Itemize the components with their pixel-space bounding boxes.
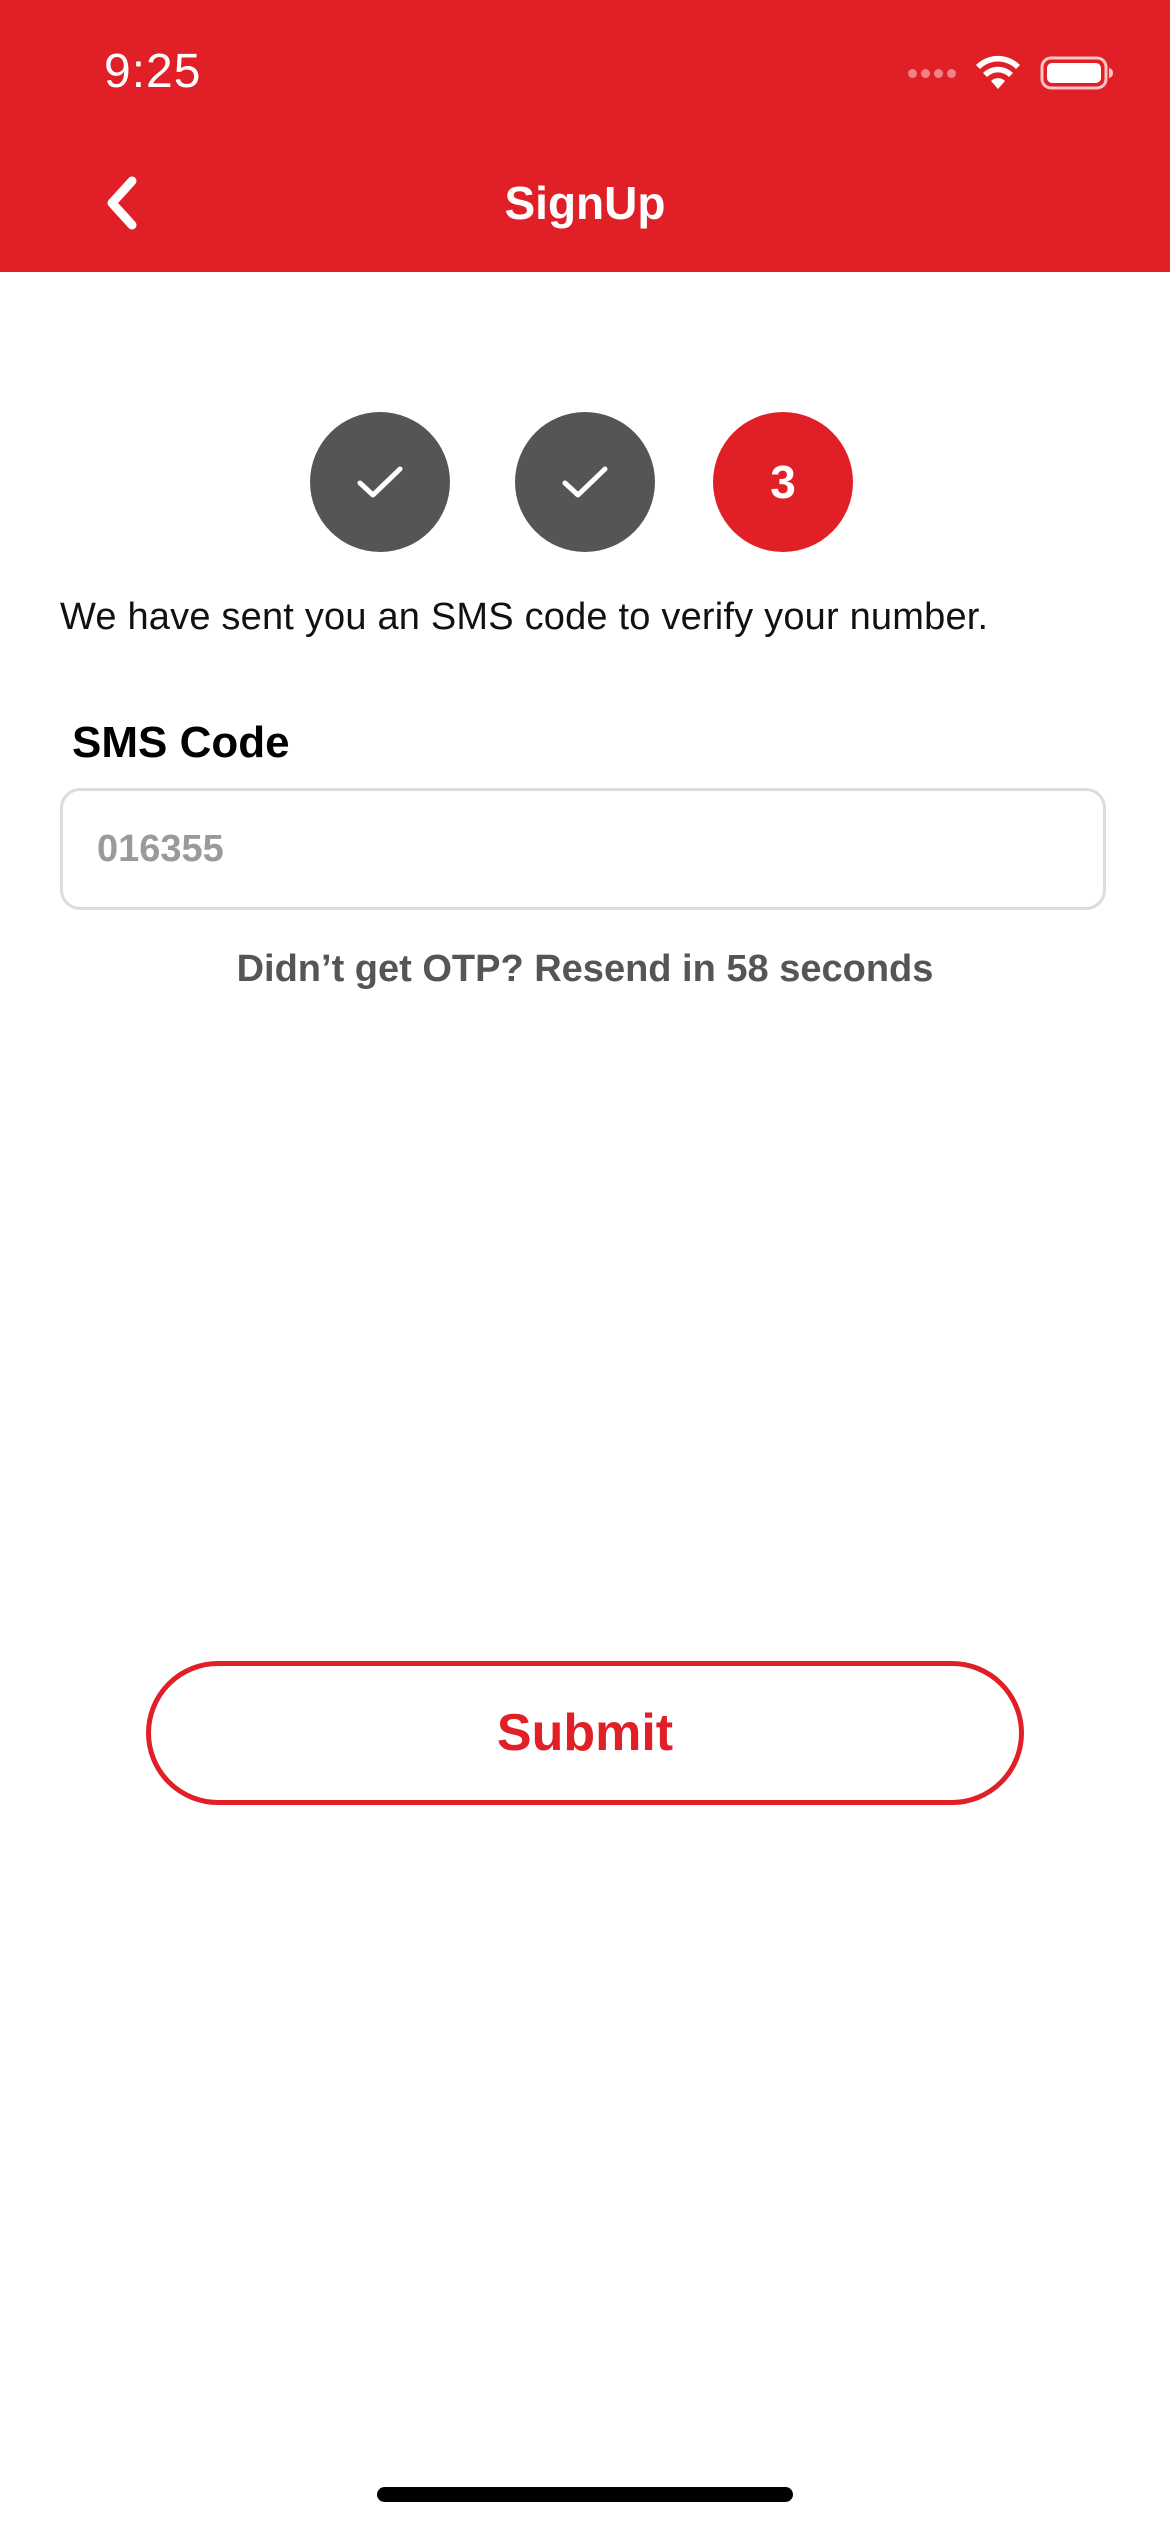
- step-indicator: 3: [0, 412, 1170, 552]
- resend-otp-text[interactable]: Didn’t get OTP? Resend in 58 seconds: [0, 948, 1170, 991]
- status-icons: [908, 48, 1114, 98]
- sms-code-input[interactable]: [63, 791, 1103, 907]
- signup-screen: 9:25 SignUp 3 We have sent you an SMS co…: [0, 0, 1170, 2532]
- cellular-signal-icon: [908, 68, 956, 78]
- checkmark-icon: [357, 466, 403, 498]
- step-2-completed: [515, 412, 655, 552]
- sms-code-label: SMS Code: [72, 718, 290, 767]
- status-time: 9:25: [104, 45, 202, 98]
- checkmark-icon: [562, 466, 608, 498]
- sms-code-field: [60, 788, 1106, 910]
- battery-icon: [1040, 56, 1113, 90]
- page-title: SignUp: [504, 177, 666, 229]
- header-bar: 9:25 SignUp: [0, 0, 1170, 272]
- step-3-active: 3: [713, 412, 853, 552]
- wifi-icon: [976, 55, 1020, 89]
- home-indicator: [377, 2487, 793, 2502]
- submit-button[interactable]: Submit: [146, 1661, 1024, 1805]
- sms-sent-message: We have sent you an SMS code to verify y…: [60, 596, 989, 638]
- step-1-completed: [310, 412, 450, 552]
